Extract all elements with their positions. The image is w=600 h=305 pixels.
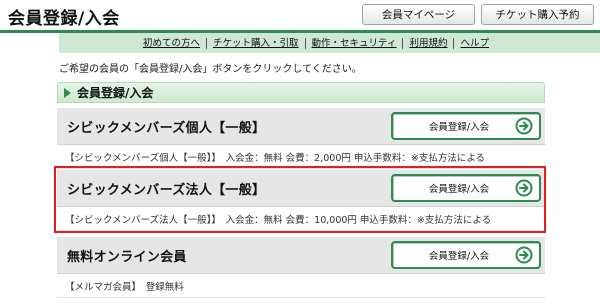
arrow-right-circle-icon: [515, 246, 533, 264]
plan-header: シビックメンバーズ個人【一般】 会員登録/入会: [57, 108, 545, 145]
nav-link-first-time[interactable]: 初めての方へ: [137, 38, 206, 49]
join-button-label: 会員登録/入会: [428, 122, 490, 133]
panel-title: 会員登録/入会: [77, 86, 154, 100]
plan-header: 無料オンライン会員 会員登録/入会: [57, 237, 545, 274]
member-mypage-button[interactable]: 会員マイページ: [362, 4, 475, 25]
nav-link-ticket-purchase[interactable]: チケット購入・引取: [206, 37, 305, 49]
nav-link-help[interactable]: ヘルプ: [453, 37, 495, 49]
plan-name: 無料オンライン会員: [67, 249, 187, 265]
arrow-right-circle-icon: [515, 117, 533, 135]
highlight-box: [54, 166, 546, 233]
triangle-right-icon: [64, 87, 71, 98]
page-title: 会員登録/入会: [8, 9, 120, 29]
nav-link-security[interactable]: 動作・セキュリティ: [304, 37, 403, 49]
join-button-label: 会員登録/入会: [428, 251, 490, 262]
ticket-reserve-button[interactable]: チケット購入予約: [481, 4, 594, 25]
join-button-individual[interactable]: 会員登録/入会: [391, 112, 541, 140]
plan-detail: 【メルマガ会員】 登録無料: [57, 274, 545, 298]
panel-header: 会員登録/入会: [57, 82, 545, 103]
plan-individual: シビックメンバーズ個人【一般】 会員登録/入会 【シビックメンバーズ個人【一般】…: [57, 108, 545, 169]
join-button-free[interactable]: 会員登録/入会: [391, 241, 541, 269]
intro-text: ご希望の会員の「会員登録/入会」ボタンをクリックしてください。: [59, 64, 362, 75]
nav-link-terms[interactable]: 利用規約: [402, 37, 453, 49]
plan-free-online: 無料オンライン会員 会員登録/入会 【メルマガ会員】 登録無料: [57, 237, 545, 298]
plan-name: シビックメンバーズ個人【一般】: [67, 120, 266, 136]
header-bar: 会員登録/入会 会員マイページ チケット購入予約: [0, 0, 600, 30]
sub-navigation: 初めての方へ チケット購入・引取 動作・セキュリティ 利用規約 ヘルプ: [59, 33, 600, 53]
